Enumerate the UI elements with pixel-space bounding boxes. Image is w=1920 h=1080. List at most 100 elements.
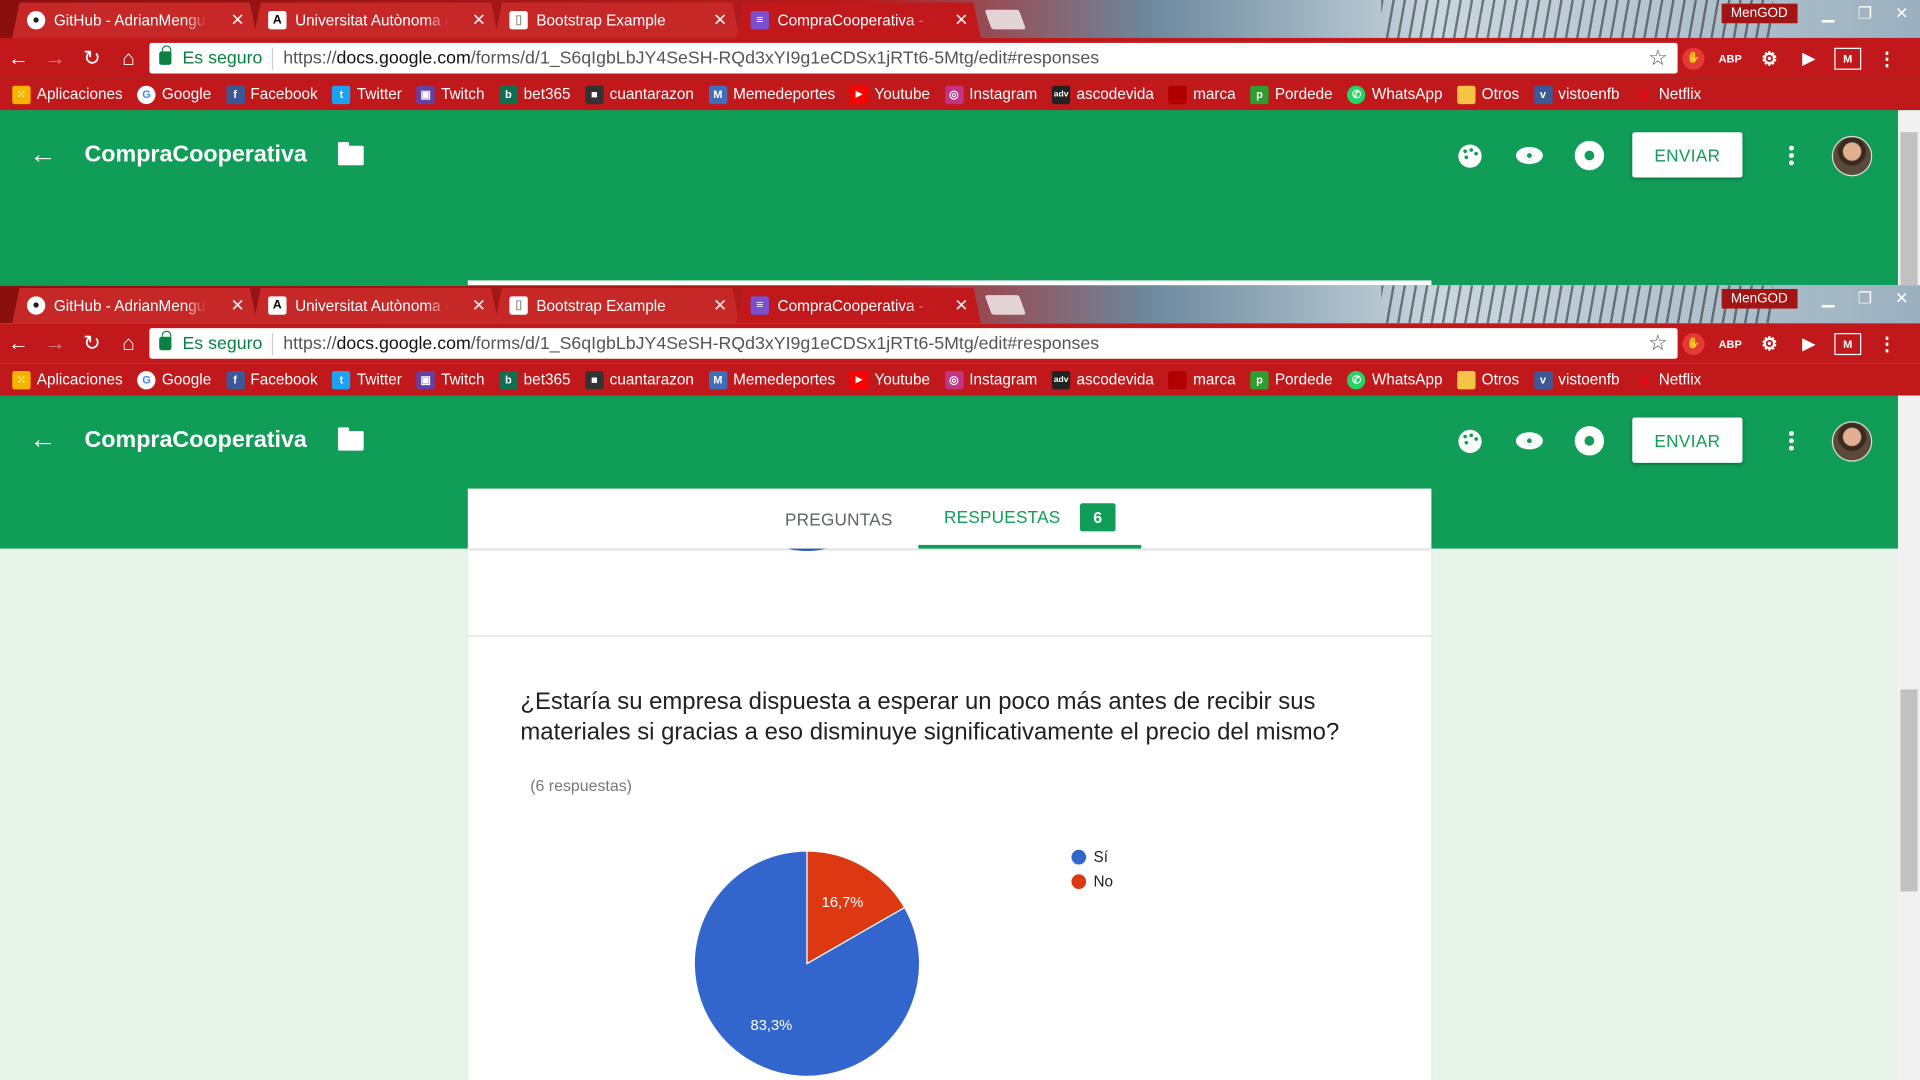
send-button[interactable]: ENVIAR <box>1632 132 1743 178</box>
menu-icon[interactable]: ⋮ <box>1873 332 1900 355</box>
url-field[interactable]: Es seguro https://docs.google.com/forms/… <box>149 42 1678 74</box>
tab-github[interactable]: ● GitHub - AdrianMengual ✕ <box>12 288 257 324</box>
bookmark-bet365[interactable]: b bet365 <box>499 370 570 389</box>
minimize-icon[interactable]: ▁ <box>1810 3 1847 23</box>
tab-compracooperativa[interactable]: ≡ CompraCooperativa - Fo ✕ <box>736 2 981 38</box>
bookmark-whatsapp[interactable]: ✆ WhatsApp <box>1347 370 1442 389</box>
bookmark-youtube[interactable]: ▶ Youtube <box>849 85 930 104</box>
scrollbar-thumb[interactable] <box>1900 689 1918 892</box>
bookmark-google[interactable]: G Google <box>137 370 211 389</box>
bookmark-ascodevida[interactable]: adv ascodevida <box>1051 370 1154 389</box>
avatar[interactable] <box>1831 421 1873 462</box>
bookmark-bet365[interactable]: b bet365 <box>499 85 570 104</box>
close-icon[interactable]: ✕ <box>713 10 727 31</box>
scrollbar[interactable] <box>1897 395 1920 1080</box>
new-tab-button[interactable] <box>984 295 1027 315</box>
restore-icon[interactable]: ❐ <box>1847 288 1884 308</box>
close-icon[interactable]: ✕ <box>713 295 727 316</box>
bookmark-netflix[interactable]: N Netflix <box>1634 370 1702 388</box>
legend-item-si[interactable]: Sí <box>1071 845 1113 869</box>
url-field[interactable]: Es seguro https://docs.google.com/forms/… <box>149 328 1678 359</box>
adblock-icon[interactable]: ✋ <box>1682 47 1705 70</box>
tab-uab[interactable]: A Universitat Autònoma de ✕ <box>253 2 498 38</box>
tab-bootstrap[interactable]: ▯ Bootstrap Example ✕ <box>495 288 740 324</box>
close-icon[interactable]: ✕ <box>231 10 245 31</box>
bookmark-memedeportes[interactable]: M Memedeportes <box>708 85 835 104</box>
bookmark-twitch[interactable]: ▣ Twitch <box>416 85 484 104</box>
settings-gear-icon[interactable] <box>1575 426 1604 455</box>
minimize-icon[interactable]: ▁ <box>1810 288 1847 308</box>
tab-github[interactable]: ● GitHub - AdrianMengual ✕ <box>12 2 257 38</box>
extension-gear-icon[interactable]: ⚙ <box>1756 47 1783 69</box>
close-icon[interactable]: ✕ <box>954 295 968 316</box>
bookmark-twitter[interactable]: t Twitter <box>332 370 402 389</box>
bookmark-cuantarazon[interactable]: ■ cuantarazon <box>585 370 694 389</box>
send-button[interactable]: ENVIAR <box>1632 417 1743 463</box>
bookmark-youtube[interactable]: ▶ Youtube <box>849 370 930 389</box>
new-tab-button[interactable] <box>984 9 1027 30</box>
bookmark-facebook[interactable]: f Facebook <box>225 85 318 104</box>
preview-eye-icon[interactable] <box>1515 141 1544 170</box>
bookmark-instagram[interactable]: ◎ Instagram <box>944 85 1037 104</box>
bookmark-aplicaciones[interactable]: ⁙ Aplicaciones <box>12 85 123 104</box>
reload-icon[interactable]: ↻ <box>73 331 110 355</box>
palette-icon[interactable] <box>1455 141 1484 170</box>
close-icon[interactable]: ✕ <box>472 295 486 316</box>
abp-icon[interactable]: ABP <box>1717 332 1744 354</box>
bookmark-ascodevida[interactable]: adv ascodevida <box>1051 85 1154 104</box>
extension-gear-icon[interactable]: ⚙ <box>1756 332 1783 355</box>
bookmark-otros[interactable]: Otros <box>1457 370 1519 389</box>
bookmark-marca[interactable]: marca <box>1168 85 1236 104</box>
cast-icon[interactable]: ▶ <box>1795 47 1822 69</box>
movistar-icon[interactable]: M <box>1834 332 1862 355</box>
settings-gear-icon[interactable] <box>1575 141 1604 170</box>
forward-icon[interactable]: → <box>37 46 74 70</box>
back-icon[interactable]: ← <box>0 46 37 70</box>
close-icon[interactable]: ✕ <box>472 10 486 31</box>
folder-icon[interactable] <box>337 427 364 451</box>
bookmark-vistoenfb[interactable]: v vistoenfb <box>1533 370 1620 389</box>
close-icon[interactable]: ✕ <box>954 10 968 31</box>
legend-item-no[interactable]: No <box>1071 869 1113 893</box>
back-icon[interactable]: ← <box>0 331 37 355</box>
tab-preguntas[interactable]: PREGUNTAS <box>759 489 918 549</box>
home-icon[interactable]: ⌂ <box>110 46 147 70</box>
bookmark-twitch[interactable]: ▣ Twitch <box>416 370 484 389</box>
menu-icon[interactable]: ⋮ <box>1873 47 1900 69</box>
tab-uab[interactable]: A Universitat Autònoma de ✕ <box>253 288 498 324</box>
bookmark-star-icon[interactable]: ☆ <box>1648 331 1668 357</box>
reload-icon[interactable]: ↻ <box>73 46 110 70</box>
tab-compracooperativa[interactable]: ≡ CompraCooperativa - Fo ✕ <box>736 288 981 324</box>
bookmark-twitter[interactable]: t Twitter <box>332 85 402 104</box>
home-icon[interactable]: ⌂ <box>110 331 147 355</box>
bookmark-instagram[interactable]: ◎ Instagram <box>944 370 1037 389</box>
profile-name[interactable]: MenGOD <box>1721 288 1798 308</box>
bookmark-vistoenfb[interactable]: v vistoenfb <box>1533 85 1620 104</box>
abp-icon[interactable]: ABP <box>1717 47 1744 69</box>
bookmark-aplicaciones[interactable]: ⁙ Aplicaciones <box>12 370 123 389</box>
bookmark-cuantarazon[interactable]: ■ cuantarazon <box>585 85 694 104</box>
scrollbar[interactable] <box>1897 110 1920 286</box>
back-arrow-icon[interactable]: ← <box>29 138 56 170</box>
bookmark-otros[interactable]: Otros <box>1457 85 1519 104</box>
palette-icon[interactable] <box>1455 426 1484 455</box>
more-options-icon[interactable] <box>1782 142 1802 169</box>
back-arrow-icon[interactable]: ← <box>29 424 56 456</box>
bookmark-pordede[interactable]: p Pordede <box>1250 85 1333 104</box>
bookmark-marca[interactable]: marca <box>1168 370 1236 389</box>
bookmark-memedeportes[interactable]: M Memedeportes <box>708 370 835 389</box>
forward-icon[interactable]: → <box>37 331 74 355</box>
bookmark-google[interactable]: G Google <box>137 85 211 104</box>
profile-name[interactable]: MenGOD <box>1721 3 1798 23</box>
bookmark-pordede[interactable]: p Pordede <box>1250 370 1333 389</box>
bookmark-star-icon[interactable]: ☆ <box>1648 45 1668 71</box>
more-options-icon[interactable] <box>1782 427 1802 454</box>
folder-icon[interactable] <box>337 142 364 166</box>
bookmark-whatsapp[interactable]: ✆ WhatsApp <box>1347 85 1442 104</box>
avatar[interactable] <box>1831 135 1873 177</box>
tab-bootstrap[interactable]: ▯ Bootstrap Example ✕ <box>495 2 740 38</box>
tab-respuestas[interactable]: RESPUESTAS 6 <box>918 489 1142 549</box>
restore-icon[interactable]: ❐ <box>1847 3 1884 23</box>
adblock-icon[interactable]: ✋ <box>1682 332 1705 355</box>
close-icon[interactable]: ✕ <box>231 295 245 316</box>
